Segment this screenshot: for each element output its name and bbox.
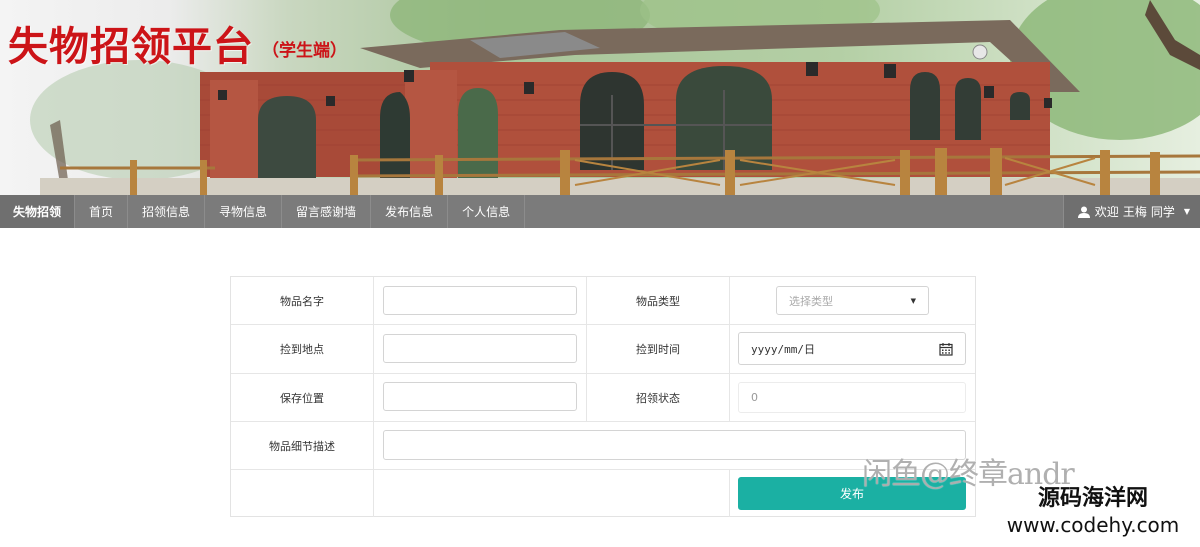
found-time-date-input[interactable]: yyyy/mm/日 [738,332,966,365]
site-title: 失物招领平台 [8,23,254,70]
form-row: 物品名字 物品类型 选择类型 ▼ [231,277,975,325]
nav-item-profile[interactable]: 个人信息 [447,195,526,228]
caret-down-icon: ▼ [910,297,916,305]
user-name: 王梅 [1122,205,1147,219]
nav-item-publish[interactable]: 发布信息 [370,195,447,228]
nav-item-lost-info[interactable]: 寻物信息 [204,195,281,228]
user-menu[interactable]: 欢迎 王梅 同学 ▼ [1062,195,1200,228]
site-watermark-name: 源码海洋网 [1037,486,1148,511]
nav-item-found-info[interactable]: 招领信息 [127,195,204,228]
claim-status-label: 招领状态 [636,391,680,405]
item-type-label: 物品类型 [636,294,680,308]
found-time-label: 捡到时间 [636,343,680,356]
claim-status-field: 0 [738,382,966,413]
top-navbar: 失物招领 首页 招领信息 寻物信息 留言感谢墙 发布信息 个人信息 欢迎 王梅 … [0,195,1200,228]
found-place-label: 捡到地点 [280,343,324,356]
site-watermark-url: www.codehy.com [1006,513,1180,537]
header-banner: 失物招领平台 （学生端） [0,0,1200,195]
calendar-icon[interactable] [939,342,953,356]
item-type-placeholder: 选择类型 [789,294,833,308]
navbar-spacer [525,195,1063,228]
storage-location-label: 保存位置 [280,391,324,405]
found-time-placeholder: yyyy/mm/日 [751,342,815,356]
nav-item-thanks-wall[interactable]: 留言感谢墙 [281,195,370,228]
user-welcome-text: 欢迎 [1094,205,1119,219]
form-row: 保存位置 招领状态 0 [231,374,975,422]
navbar-brand[interactable]: 失物招领 [0,195,74,228]
user-role: 同学 [1150,205,1175,219]
item-type-select[interactable]: 选择类型 ▼ [776,286,929,315]
site-subtitle: （学生端） [262,41,347,61]
storage-location-input[interactable] [383,382,577,411]
item-detail-label: 物品细节描述 [269,439,335,453]
found-place-input[interactable] [383,334,577,363]
chevron-down-icon: ▼ [1183,207,1190,216]
form-row: 捡到地点 捡到时间 yyyy/mm/日 [231,325,975,374]
site-watermark: 源码海洋网 www.codehy.com [986,486,1200,538]
user-icon [1077,206,1090,218]
item-name-label: 物品名字 [280,294,324,308]
nav-item-home[interactable]: 首页 [74,195,127,228]
item-name-input[interactable] [383,286,577,315]
